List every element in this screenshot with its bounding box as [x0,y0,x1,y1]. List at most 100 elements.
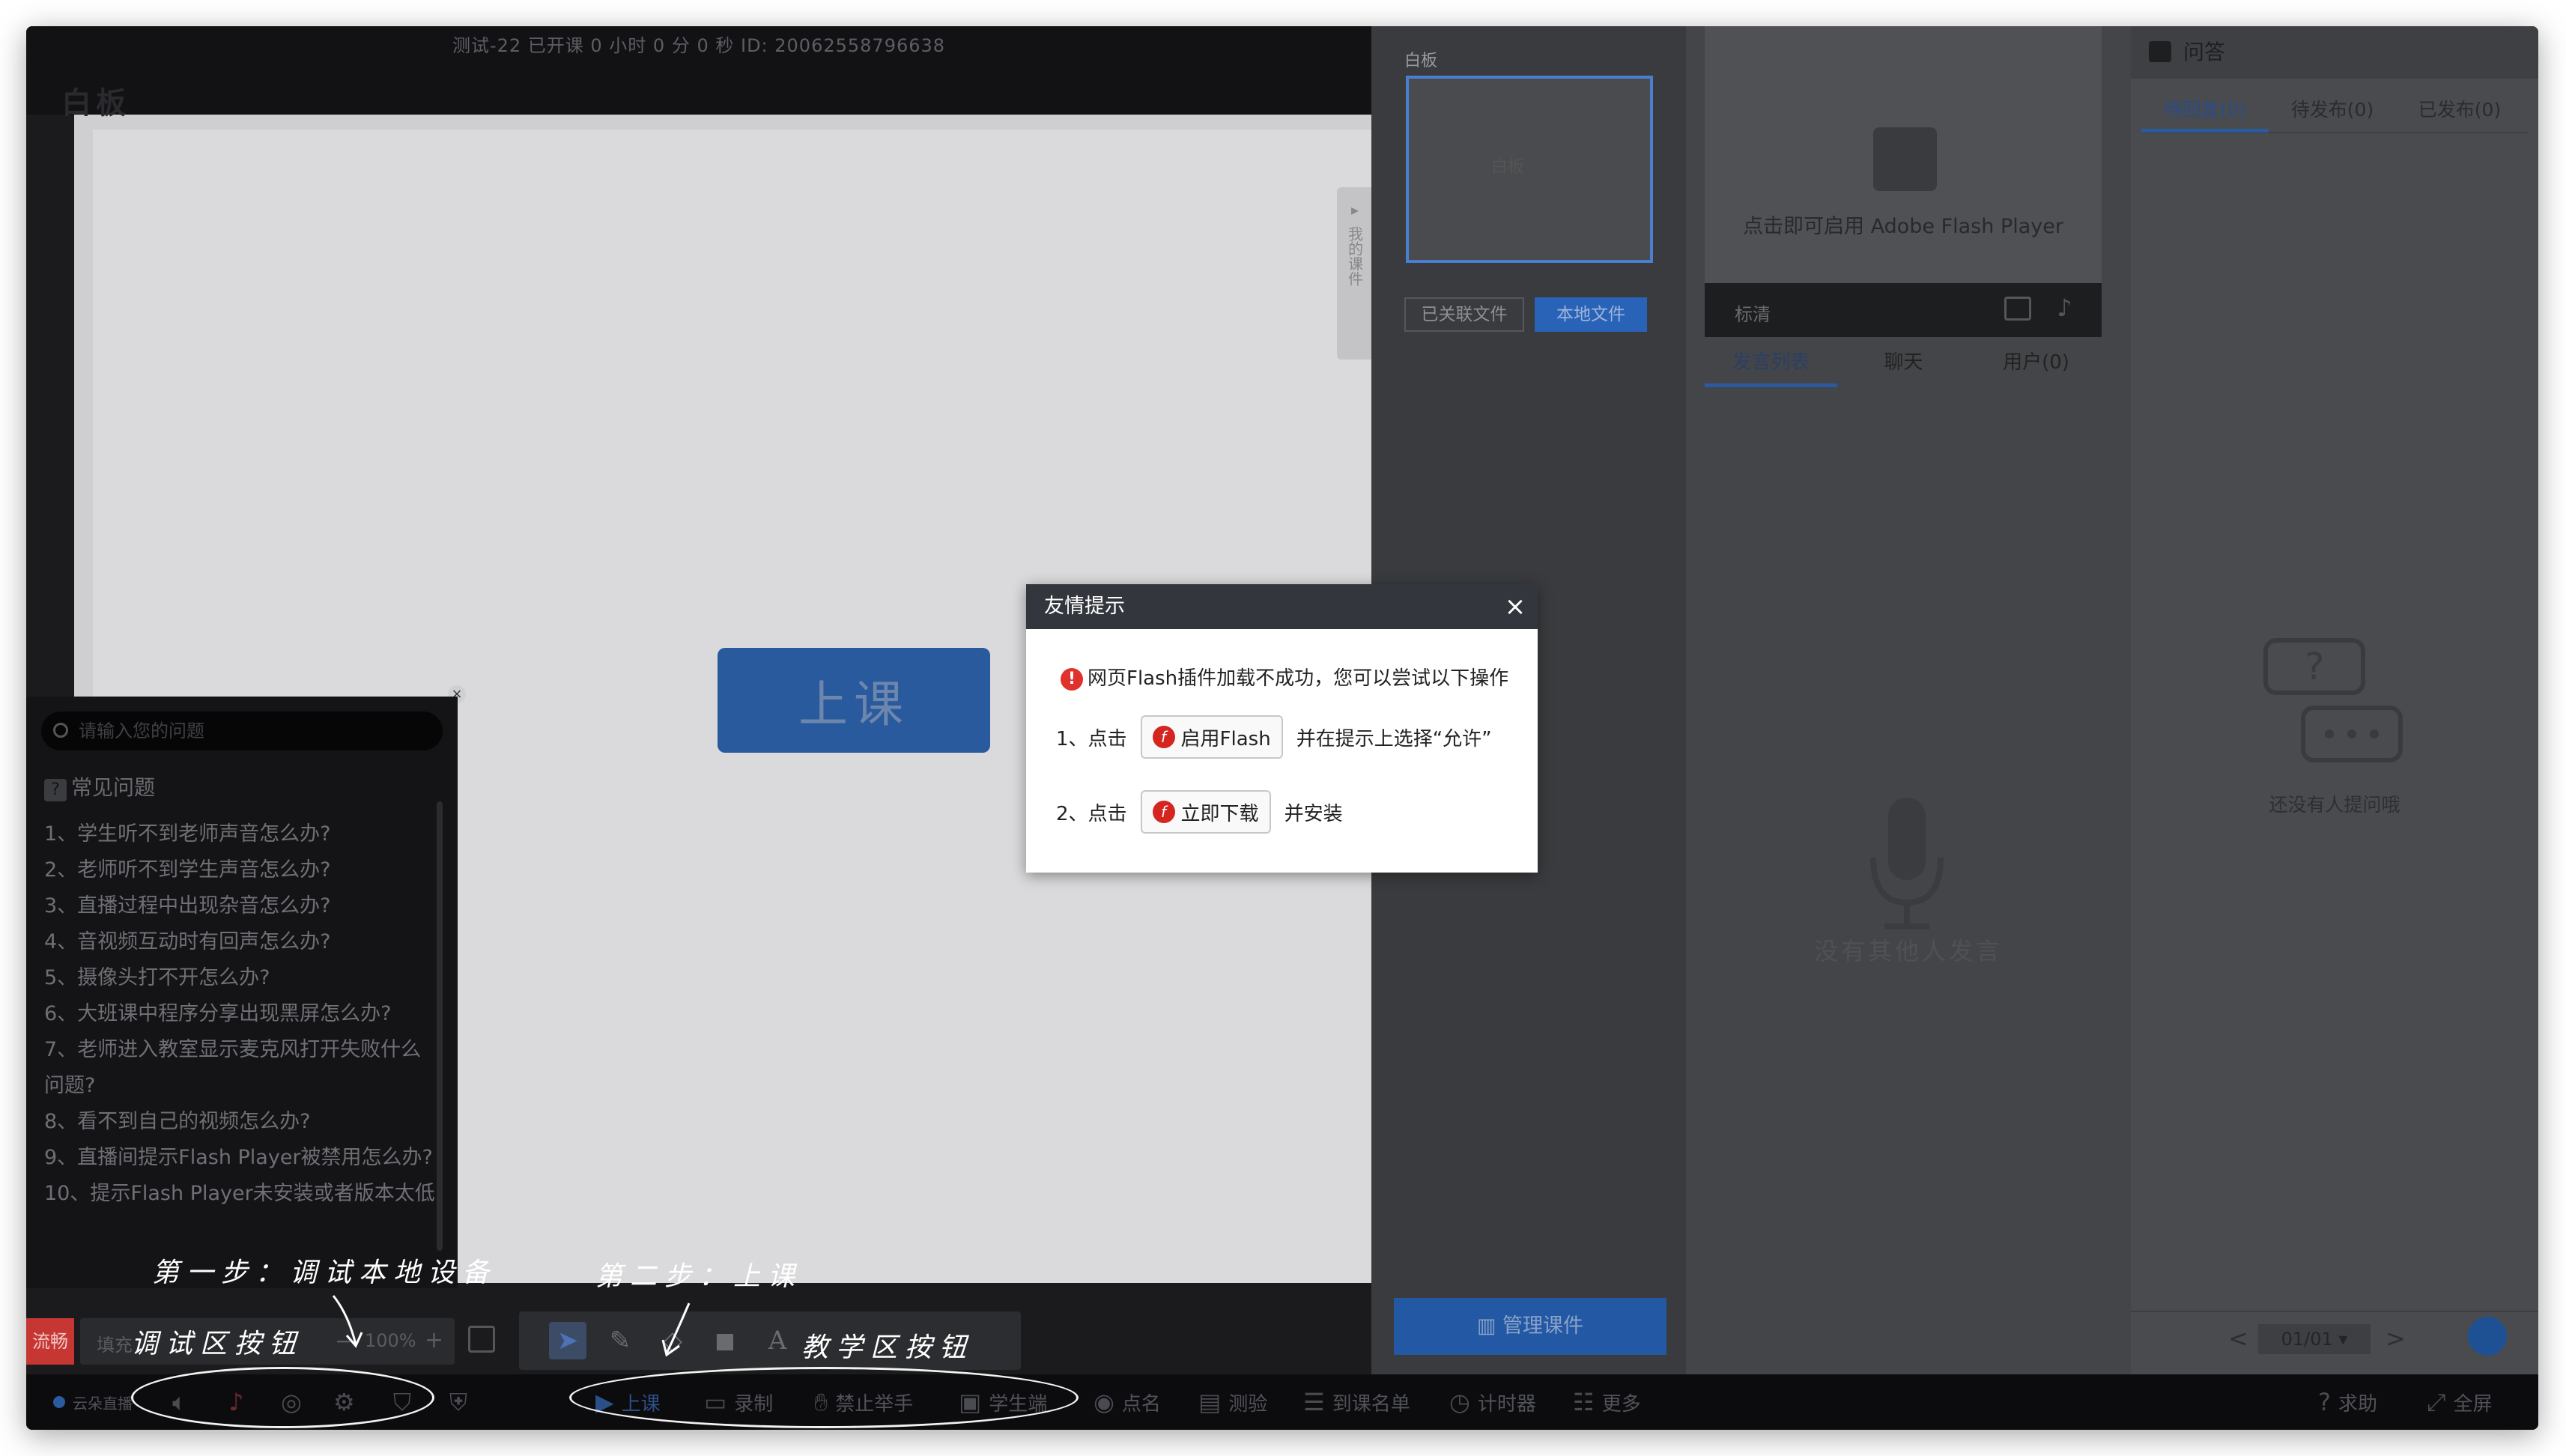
dialog-step-1: 1、点击 f 启用Flash 并在提示上选择“允许” [1056,715,1492,759]
app-window: 测试-22 已开课 0 小时 0 分 0 秒 ID: 2006255879663… [26,26,2538,1430]
annotation-debug-area: 调试区按钮 [131,1329,304,1359]
clear-board-icon[interactable] [468,1326,495,1353]
close-icon[interactable]: × [1502,593,1529,620]
bar-label: 到课名单 [1332,1392,1410,1416]
chat-tabs: 发言列表 聊天 用户(0) [1705,337,2102,388]
tab-pending-publish[interactable]: 待发布(0) [2269,88,2396,133]
start-class-button[interactable]: 上课 [718,648,990,753]
live-quality-badge[interactable]: 流畅 [26,1318,74,1365]
qa-title: 问答 [2183,40,2226,64]
enable-flash-label: 启用Flash [1180,727,1271,750]
faq-panel: 请输入您的问题 ? 常见问题 1、学生听不到老师声音怎么办? 2、老师听不到学生声… [26,697,458,1288]
tab-pending-reply[interactable]: 待回复(0) [2141,88,2269,133]
tab-chat[interactable]: 聊天 [1837,337,1970,388]
quality-label[interactable]: 标清 [1735,300,1771,326]
fullscreen-icon: ⤢ [2427,1387,2446,1416]
video-area[interactable]: 点击即可启用 Adobe Flash Player [1705,26,2102,283]
text-tool-icon[interactable]: A [759,1322,796,1359]
timer-icon: ◷ [1449,1388,1470,1416]
annotation-teaching-area: 教学区按钮 [801,1332,974,1363]
my-courseware-tab[interactable]: ▸ 我的课件 [1337,187,1373,360]
active-tab-indicator [2141,129,2269,133]
brand-name: 云朵直播 [73,1394,133,1413]
security-button[interactable]: ⛨ [449,1374,467,1430]
help-label: 求助 [2338,1392,2377,1416]
session-info: 测试-22 已开课 0 小时 0 分 0 秒 ID: 2006255879663… [452,35,946,56]
microphone-icon [1870,798,1944,929]
zoom-in-button[interactable]: + [425,1327,443,1353]
local-files-button[interactable]: 本地文件 [1535,297,1647,332]
faq-item[interactable]: 9、直播间提示Flash Player被禁用怎么办? [44,1140,441,1176]
bar-label: 计时器 [1477,1392,1536,1416]
flash-icon: f [1152,801,1175,823]
flash-enable-prompt[interactable]: 点击即可启用 Adobe Flash Player [1705,210,2102,239]
faq-item[interactable]: 2、老师听不到学生声音怎么办? [44,852,441,888]
faq-item[interactable]: 7、老师进入教室显示麦克风打开失败什么问题? [44,1032,441,1104]
qa-panel: 问答 待回复(0) 待发布(0) 已发布(0) ? 还没有人提问哦 < 01/0… [2131,26,2538,1374]
bar-chart-icon: ▥ [1476,1314,1503,1338]
faq-item[interactable]: 4、音视频互动时有回声怎么办? [44,924,441,960]
faq-heading-label: 常见问题 [71,775,156,800]
thumbnail-text: 白板 [1491,158,1525,177]
dialog-step-2: 2、点击 f 立即下载 并安装 [1056,790,1343,834]
prev-page-button[interactable]: < [2228,1324,2248,1353]
fullscreen-label: 全屏 [2453,1392,2493,1416]
tab-published[interactable]: 已发布(0) [2396,88,2523,133]
quiz-icon: ▤ [1198,1388,1222,1416]
qa-pager: < 01/01 ▾ > [2131,1311,2538,1363]
faq-item[interactable]: 5、摄像头打不开怎么办? [44,960,441,996]
video-chat-panel: 点击即可启用 Adobe Flash Player 标清 ♪ 发言列表 聊天 用… [1686,26,2131,1374]
manage-courseware-button[interactable]: ▥ 管理课件 [1394,1298,1666,1355]
faq-item[interactable]: 8、看不到自己的视频怎么办? [44,1104,441,1140]
screen-share-icon[interactable] [2004,297,2031,321]
step1-prefix: 1、点击 [1056,727,1127,750]
help-button[interactable]: ? 求助 [2318,1374,2377,1430]
page-select[interactable]: 01/01 ▾ [2258,1324,2371,1354]
arrow-annotation-1 [332,1295,363,1348]
logo-dot-icon [53,1396,65,1408]
step2-suffix: 并安装 [1284,802,1343,825]
faq-item[interactable]: 6、大班课中程序分享出现黑屏怎么办? [44,996,441,1032]
select-tool-icon[interactable]: ➤ [549,1322,586,1359]
fullscreen-button[interactable]: ⤢ 全屏 [2427,1374,2493,1430]
flash-warning-dialog: 友情提示 × ! 网页Flash插件加载不成功，您可以尝试以下操作 1、点击 f启… [1026,584,1538,873]
dialog-header: 友情提示 × [1026,584,1538,629]
warning-icon: ! [1061,667,1083,691]
annotation-circle-debug [131,1367,434,1428]
flash-icon: f [1152,726,1175,748]
annotation-step1: 第一步：调试本地设备 [152,1258,497,1288]
more-button[interactable]: ☷ 更多 [1573,1374,1641,1430]
dialog-message-text: 网页Flash插件加载不成功，您可以尝试以下操作 [1088,667,1509,690]
tab-users[interactable]: 用户(0) [1970,337,2102,388]
help-circle-icon: ? [2318,1388,2331,1416]
pen-tool-icon[interactable]: ✎ [601,1322,639,1359]
empty-speaker-text: 没有其他人发言 [1813,937,2003,965]
chat-bubble-icon[interactable] [2468,1317,2507,1356]
faq-item[interactable]: 3、直播过程中出现杂音怎么办? [44,888,441,924]
next-page-button[interactable]: > [2385,1324,2406,1353]
zoom-value: 100% [365,1330,416,1351]
courseware-thumbnail[interactable]: 白板 [1406,76,1653,263]
bar-label: 更多 [1601,1392,1641,1416]
faq-scrollbar[interactable] [437,801,443,1251]
download-now-button[interactable]: f 立即下载 [1140,790,1271,834]
chevron-right-icon: ▸ [1350,201,1359,219]
enable-flash-button[interactable]: f 启用Flash [1140,715,1283,759]
tab-speaker-list[interactable]: 发言列表 [1705,337,1837,388]
timer-button[interactable]: ◷ 计时器 [1449,1374,1536,1430]
shield-check-icon: ⛨ [449,1387,468,1416]
quiz-button[interactable]: ▤ 测验 [1198,1374,1267,1430]
mic-off-icon[interactable]: ♪ [2057,294,2072,322]
faq-item[interactable]: 1、学生听不到老师声音怎么办? [44,816,441,852]
linked-files-button[interactable]: 已关联文件 [1404,297,1524,332]
roll-call-button[interactable]: ◉ 点名 [1094,1374,1161,1430]
faq-search-input[interactable]: 请输入您的问题 [41,712,443,750]
shape-tool-icon[interactable]: ◼ [706,1322,744,1359]
bar-label: 测验 [1228,1392,1268,1416]
search-icon [53,723,68,738]
empty-question-text: 还没有人提问哦 [2269,794,2400,816]
dialog-title: 友情提示 [1044,595,1125,618]
annotation-step2: 第二步：上课 [595,1261,803,1292]
attendance-button[interactable]: ☰ 到课名单 [1303,1374,1410,1430]
faq-item[interactable]: 10、提示Flash Player未安装或者版本太低怎么办? [44,1176,441,1212]
